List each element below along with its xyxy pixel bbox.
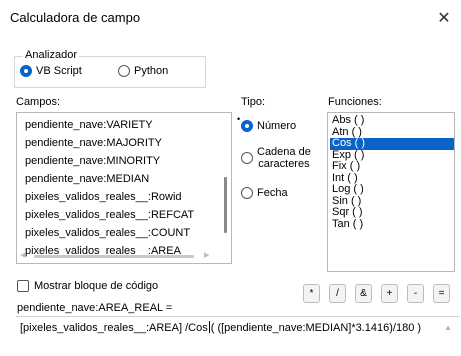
vertical-scrollbar-thumb[interactable] <box>224 177 227 233</box>
scroll-left-icon[interactable]: ◀ <box>20 251 25 259</box>
radio-unselected-icon <box>241 152 253 164</box>
operator-multiply-button[interactable]: * <box>303 284 320 303</box>
list-item[interactable]: Sqr ( ) <box>330 206 454 219</box>
type-string-label: Cadena de caracteres <box>257 146 311 170</box>
close-icon[interactable]: ✕ <box>435 8 453 28</box>
list-item[interactable]: pendiente_nave:MINORITY <box>25 152 194 170</box>
list-item[interactable]: pendiente_nave:MAJORITY <box>25 134 194 152</box>
type-number-label: Número <box>257 120 297 132</box>
parser-label: Analizador <box>23 49 79 61</box>
list-item[interactable]: Abs ( ) <box>330 114 454 127</box>
fields-list[interactable]: pendiente_nave:VARIETY pendiente_nave:MA… <box>16 112 232 264</box>
parser-vbscript-label: VB Script <box>36 65 82 77</box>
expression-editor[interactable]: [pixeles_validos_reales__:AREA] /Cos( ([… <box>16 316 460 356</box>
operator-add-button[interactable]: + <box>381 284 398 303</box>
fields-label: Campos: <box>16 96 61 108</box>
parser-group: Analizador VB Script Python <box>14 49 206 88</box>
splitter-dot-icon: • <box>237 114 241 124</box>
horizontal-scrollbar[interactable]: ◀ ▶ <box>18 250 231 263</box>
functions-list[interactable]: Abs ( ) Atn ( ) Cos ( ) Exp ( ) Fix ( ) … <box>327 112 455 272</box>
title-bar: Calculadora de campo ✕ <box>0 0 461 36</box>
radio-unselected-icon <box>241 187 253 199</box>
scroll-right-icon[interactable]: ▶ <box>204 251 209 259</box>
radio-selected-icon <box>241 120 253 132</box>
type-number-radio[interactable]: Número <box>241 120 296 132</box>
parser-python-label: Python <box>134 65 169 77</box>
radio-selected-icon <box>20 65 32 77</box>
checkbox-icon[interactable] <box>17 280 29 292</box>
list-item[interactable]: Tan ( ) <box>330 218 454 231</box>
parser-python-radio[interactable]: Python <box>118 65 168 77</box>
operator-subtract-button[interactable]: - <box>407 284 424 303</box>
expression-text[interactable]: [pixeles_validos_reales__:AREA] /Cos( ([… <box>20 321 421 334</box>
expression-label: pendiente_nave:AREA_REAL = <box>17 302 173 314</box>
operator-equals-button[interactable]: = <box>433 284 450 303</box>
list-item[interactable]: Fix ( ) <box>330 160 454 173</box>
type-string-radio[interactable]: Cadena de caracteres <box>241 146 311 170</box>
list-item[interactable]: pixeles_validos_reales__:COUNT <box>25 224 194 242</box>
field-calculator-window: Calculadora de campo ✕ Analizador VB Scr… <box>0 0 461 356</box>
show-code-block-checkbox[interactable]: Mostrar bloque de código <box>17 280 158 292</box>
text-caret <box>208 321 210 333</box>
parser-vbscript-radio[interactable]: VB Script <box>20 65 82 77</box>
window-title: Calculadora de campo <box>10 10 141 25</box>
list-item[interactable]: pendiente_nave:MEDIAN <box>25 170 194 188</box>
show-code-block-label: Mostrar bloque de código <box>34 280 159 292</box>
expression-text-before-caret: [pixeles_validos_reales__:AREA] /Cos <box>20 322 208 334</box>
list-item[interactable]: Log ( ) <box>330 183 454 196</box>
operator-concat-button[interactable]: & <box>355 284 372 303</box>
list-item[interactable]: pixeles_validos_reales__:REFCAT <box>25 206 194 224</box>
type-date-label: Fecha <box>257 187 288 199</box>
list-item-selected[interactable]: Cos ( ) <box>330 137 454 150</box>
horizontal-scrollbar-thumb[interactable] <box>34 255 194 258</box>
functions-label: Funciones: <box>328 96 382 108</box>
operator-divide-button[interactable]: / <box>329 284 346 303</box>
type-label: Tipo: <box>241 96 266 108</box>
type-string-label-line2: caracteres <box>258 158 310 170</box>
scroll-up-icon[interactable]: ▲ <box>444 323 452 332</box>
list-item[interactable]: pendiente_nave:VARIETY <box>25 116 194 134</box>
type-string-label-line1: Cadena de <box>257 146 311 158</box>
expression-text-after-caret: ( ([pendiente_nave:MEDIAN]*3.1416)/180 ) <box>210 322 422 334</box>
type-date-radio[interactable]: Fecha <box>241 187 288 199</box>
radio-unselected-icon <box>118 65 130 77</box>
list-item[interactable]: pixeles_validos_reales__:Rowid <box>25 188 194 206</box>
